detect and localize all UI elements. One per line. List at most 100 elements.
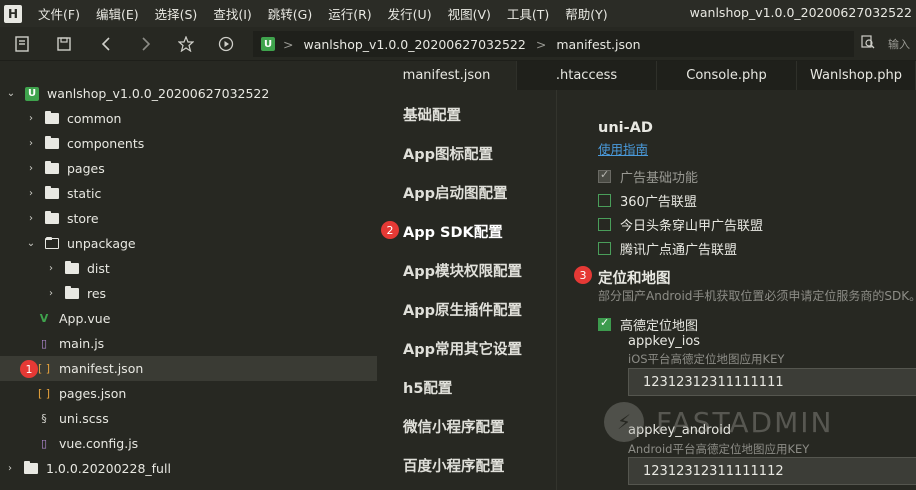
chevron-down-icon[interactable]: ⌄ (25, 238, 37, 249)
ad-toutiao-option[interactable]: 今日头条穿山甲广告联盟 (598, 215, 763, 234)
tree-item-manifest-json[interactable]: [ ] manifest.json (0, 356, 377, 381)
chevron-right-icon[interactable]: › (25, 113, 37, 124)
tab-htaccess[interactable]: .htaccess (517, 61, 657, 90)
chevron-right-icon[interactable]: › (25, 213, 37, 224)
tree-item-pages[interactable]: › pages (0, 156, 377, 181)
tree-item-components[interactable]: › components (0, 131, 377, 156)
usage-guide-link[interactable]: 使用指南 (598, 139, 648, 158)
save-icon[interactable] (50, 31, 78, 57)
project-badge-icon: U (261, 37, 275, 51)
chevron-right-icon[interactable]: › (4, 463, 16, 474)
checkbox-amap[interactable] (598, 316, 611, 331)
tree-item-main-js[interactable]: ▯ main.js (0, 331, 377, 356)
ad-basic-option: 广告基础功能 (598, 167, 698, 186)
chevron-right-icon[interactable]: › (45, 288, 57, 299)
project-icon: U (25, 86, 39, 101)
appkey-android-hint: Android平台高德定位地图应用KEY (628, 442, 810, 456)
checkbox-label: 360广告联盟 (620, 195, 697, 210)
tree-project-root[interactable]: ⌄ U wanlshop_v1.0.0_20200627032522 (0, 81, 377, 106)
nav-basic-config[interactable]: 基础配置 (403, 104, 461, 125)
checkbox-disabled (598, 168, 611, 183)
vue-file-icon: V (39, 312, 49, 325)
chevron-right-icon[interactable]: › (25, 163, 37, 174)
address-file[interactable]: manifest.json (556, 37, 640, 52)
menu-publish[interactable]: 发行(U) (380, 4, 440, 23)
address-project[interactable]: wanlshop_v1.0.0_20200627032522 (303, 37, 525, 52)
tab-wanlshop-php[interactable]: Wanlshop.php (797, 61, 916, 90)
nav-app-module-permission[interactable]: App模块权限配置 (403, 260, 522, 281)
ad-360-option[interactable]: 360广告联盟 (598, 191, 697, 210)
menu-goto[interactable]: 跳转(G) (260, 4, 320, 23)
checkbox-label: 今日头条穿山甲广告联盟 (620, 219, 764, 234)
address-bar[interactable]: U > wanlshop_v1.0.0_20200627032522 > man… (253, 31, 854, 57)
chevron-right-icon[interactable]: › (25, 188, 37, 199)
amap-option[interactable]: 高德定位地图 (598, 315, 698, 334)
back-icon[interactable] (92, 31, 120, 57)
address-sep: > (535, 36, 547, 52)
editor-tabs: manifest.json .htaccess Console.php Wanl… (377, 61, 916, 90)
js-file-icon: ▯ (40, 337, 48, 350)
menu-help[interactable]: 帮助(Y) (557, 4, 615, 23)
folder-icon (65, 261, 79, 274)
tree-item-pages-json[interactable]: [ ] pages.json (0, 381, 377, 406)
tree-item-dist[interactable]: › dist (0, 256, 377, 281)
nav-weixin-mp-config[interactable]: 微信小程序配置 (403, 416, 505, 437)
forward-icon[interactable] (132, 31, 160, 57)
menu-tools[interactable]: 工具(T) (499, 4, 557, 23)
menu-select[interactable]: 选择(S) (147, 4, 206, 23)
tree-label: static (67, 186, 102, 201)
checkbox-label: 广告基础功能 (620, 171, 699, 186)
nav-app-icon-config[interactable]: App图标配置 (403, 143, 493, 164)
checkbox-gdt[interactable] (598, 242, 611, 255)
fastadmin-logo-icon: ⚡ (604, 402, 644, 442)
watermark-text: FASTADMIN (656, 405, 834, 439)
tree-item-static[interactable]: › static (0, 181, 377, 206)
checkbox-360[interactable] (598, 194, 611, 207)
tree-label: uni.scss (59, 411, 109, 426)
nav-app-native-plugin[interactable]: App原生插件配置 (403, 299, 522, 320)
tab-console-php[interactable]: Console.php (657, 61, 797, 90)
nav-h5-config[interactable]: h5配置 (403, 377, 452, 398)
find-file-icon[interactable] (856, 35, 880, 53)
menu-view[interactable]: 视图(V) (440, 4, 499, 23)
hbuilder-logo-icon: H (4, 4, 22, 23)
tree-item-full-backup[interactable]: › 1.0.0.20200228_full (0, 456, 377, 481)
star-icon[interactable] (172, 31, 200, 57)
tree-item-unpackage[interactable]: ⌄ unpackage (0, 231, 377, 256)
folder-icon (65, 286, 79, 299)
tree-label: main.js (59, 336, 105, 351)
folder-icon (45, 186, 59, 199)
tree-item-vue-config-js[interactable]: ▯ vue.config.js (0, 431, 377, 456)
tree-item-common[interactable]: › common (0, 106, 377, 131)
appkey-android-input[interactable]: 12312312311111112 (628, 457, 916, 485)
nav-baidu-mp-config[interactable]: 百度小程序配置 (403, 455, 505, 476)
menu-find[interactable]: 查找(I) (205, 4, 259, 23)
new-file-icon[interactable] (8, 31, 36, 57)
search-area[interactable]: 输入 (856, 31, 916, 57)
tab-manifest-json[interactable]: manifest.json (377, 61, 517, 90)
json-file-icon: [ ] (37, 387, 51, 400)
nav-app-splash-config[interactable]: App启动图配置 (403, 182, 507, 203)
run-icon[interactable] (212, 31, 240, 57)
menu-edit[interactable]: 编辑(E) (88, 4, 147, 23)
scss-file-icon: § (41, 412, 47, 425)
nav-app-other-settings[interactable]: App常用其它设置 (403, 338, 522, 359)
chevron-right-icon[interactable]: › (45, 263, 57, 274)
tree-item-uni-scss[interactable]: § uni.scss (0, 406, 377, 431)
menu-file[interactable]: 文件(F) (30, 4, 88, 23)
chevron-right-icon[interactable]: › (25, 138, 37, 149)
tree-item-app-vue[interactable]: V App.vue (0, 306, 377, 331)
checkbox-toutiao[interactable] (598, 218, 611, 231)
manifest-config-nav: 基础配置 App图标配置 App启动图配置 App SDK配置 App模块权限配… (377, 90, 557, 490)
ad-gdt-option[interactable]: 腾讯广点通广告联盟 (598, 239, 737, 258)
menu-bar: H 文件(F) 编辑(E) 选择(S) 查找(I) 跳转(G) 运行(R) 发行… (0, 0, 916, 27)
tree-item-res[interactable]: › res (0, 281, 377, 306)
nav-app-sdk-config[interactable]: App SDK配置 (403, 221, 503, 242)
tree-label: components (67, 136, 145, 151)
search-input[interactable]: 输入 (888, 36, 910, 52)
chevron-down-icon[interactable]: ⌄ (5, 88, 17, 99)
tree-label: manifest.json (59, 361, 144, 376)
menu-run[interactable]: 运行(R) (320, 4, 379, 23)
tree-item-store[interactable]: › store (0, 206, 377, 231)
appkey-ios-input[interactable]: 12312312311111111 (628, 368, 916, 396)
